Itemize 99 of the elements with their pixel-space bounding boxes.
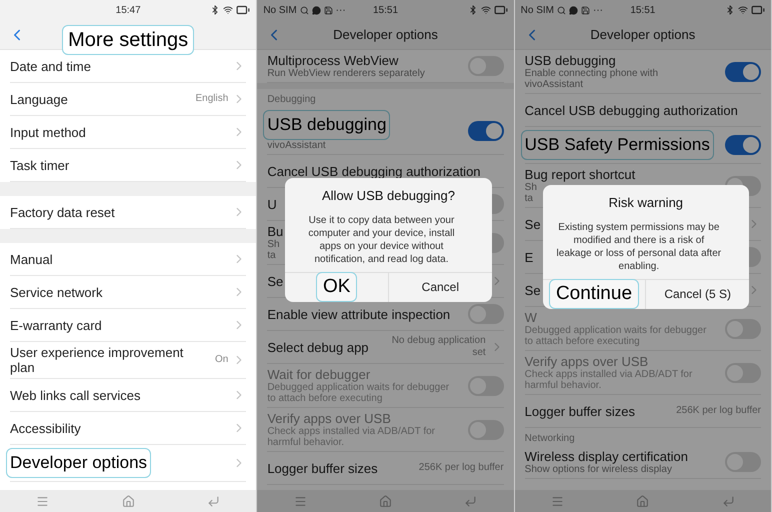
home-icon[interactable]	[122, 494, 135, 508]
setting-description: Check apps installed via ADB/ADT for	[524, 369, 692, 380]
section-label: Debugging	[267, 93, 316, 107]
back-arrow-icon[interactable]	[464, 494, 478, 508]
status-time: 15:51	[372, 4, 398, 18]
setting-value: 256K per log buffer	[676, 405, 761, 417]
setting-title[interactable]: E-warranty card	[10, 318, 102, 332]
carrier-label: No SIM	[520, 4, 554, 18]
setting-title[interactable]: Se	[524, 216, 541, 232]
setting-description: to attach before executing	[524, 336, 640, 347]
screen-title: More settings	[62, 24, 194, 54]
dialog-button[interactable]: Cancel (5 S)	[664, 285, 732, 303]
setting-title[interactable]: Language	[10, 92, 68, 106]
setting-title[interactable]: U	[267, 196, 277, 212]
battery-icon	[494, 3, 508, 17]
setting-value: No debug application set	[390, 335, 486, 359]
setting-description: Check apps installed via ADB/ADT for	[267, 426, 435, 437]
setting-description: Debugged application waits for debugger	[524, 325, 706, 336]
wifi-icon	[223, 5, 234, 15]
battery-icon	[236, 3, 250, 17]
setting-title[interactable]: Developer options	[6, 448, 152, 478]
setting-description: Sh	[267, 239, 280, 250]
chat-bubble-icon	[569, 6, 578, 14]
menu-icon[interactable]	[550, 494, 564, 508]
setting-description: Sh	[524, 182, 537, 193]
section-label: Networking	[524, 432, 575, 446]
toggle-switch[interactable]	[725, 62, 761, 82]
toggle-switch[interactable]	[468, 120, 504, 140]
setting-description: harmful behavior.	[267, 437, 344, 448]
search-icon	[300, 6, 309, 14]
dialog-button[interactable]: Continue	[548, 279, 640, 309]
home-icon[interactable]	[636, 494, 650, 508]
setting-title[interactable]: Select debug app	[267, 340, 369, 354]
setting-description: vivoAssistant	[524, 79, 584, 90]
screen-title: Developer options	[590, 26, 696, 44]
wifi-icon	[480, 5, 491, 15]
setting-value: On	[214, 354, 228, 366]
sd-card-icon	[581, 6, 590, 14]
screen-title: Developer options	[333, 26, 438, 44]
bluetooth-icon	[468, 5, 478, 15]
dialog-message: Use it to copy data between your computer and your device, install apps on your device without notification, and read log data.	[307, 214, 456, 266]
dialog-button[interactable]: Cancel	[422, 278, 460, 296]
more-dots: ···	[593, 4, 603, 18]
setting-title[interactable]: Logger buffer sizes	[267, 460, 378, 476]
setting-title[interactable]: User experience improvement plan	[10, 345, 211, 375]
dialog-button[interactable]: OK	[316, 272, 358, 302]
more-dots: ···	[336, 4, 346, 18]
setting-title[interactable]: Wireless display certification	[524, 449, 688, 464]
setting-description: harmful behavior.	[524, 380, 602, 391]
setting-title[interactable]: Cancel USB debugging authorization	[524, 102, 738, 118]
bluetooth-icon	[210, 5, 220, 15]
chat-bubble-icon	[312, 6, 321, 14]
setting-value: 256K per log buffer	[418, 462, 504, 474]
setting-title[interactable]: Se	[267, 274, 284, 288]
dialog-title: Risk warning	[608, 194, 684, 212]
home-icon[interactable]	[378, 494, 392, 508]
setting-title[interactable]: Multiprocess WebView	[267, 53, 398, 68]
status-time: 15:47	[116, 4, 141, 18]
setting-title[interactable]: Manual	[10, 252, 53, 266]
sd-card-icon	[324, 6, 333, 14]
setting-title[interactable]: Web links call services	[10, 388, 141, 402]
back-arrow-icon[interactable]	[722, 494, 735, 508]
setting-title[interactable]: Service network	[10, 284, 102, 300]
setting-title[interactable]: Factory data reset	[10, 204, 115, 220]
setting-description: ta	[267, 250, 276, 261]
setting-value: English	[196, 93, 228, 105]
setting-title[interactable]: Enable view attribute inspection	[267, 306, 450, 322]
setting-title[interactable]: Logger buffer sizes	[524, 404, 635, 418]
carrier-label: No SIM	[263, 4, 297, 18]
setting-title[interactable]: Bug report shortcut	[524, 167, 636, 182]
setting-title[interactable]: USB debugging	[263, 110, 390, 140]
bluetooth-icon	[725, 5, 735, 15]
setting-description: ta	[524, 193, 533, 204]
setting-title[interactable]: Accessibility	[10, 420, 81, 436]
back-arrow-icon[interactable]	[207, 494, 220, 508]
setting-description: to attach before executing	[267, 393, 382, 404]
dialog-message: Existing system permissions may be modified and there is a risk of leakage or loss of personal data after enabling.	[556, 220, 722, 272]
setting-description: Enable connecting phone with	[524, 68, 658, 79]
setting-title[interactable]: USB Safety Permissions	[520, 130, 714, 160]
status-time: 15:51	[630, 4, 656, 18]
wifi-icon	[738, 5, 748, 15]
setting-description: Run WebView renderers separately	[267, 68, 425, 79]
setting-title[interactable]: Date and time	[10, 58, 91, 74]
dialog-title: Allow USB debugging?	[322, 187, 455, 205]
setting-description: vivoAssistant	[267, 140, 326, 151]
toggle-switch[interactable]	[725, 135, 761, 155]
setting-title[interactable]: Se	[524, 282, 541, 298]
setting-title[interactable]: Cancel USB debugging authorization	[267, 164, 481, 178]
setting-title[interactable]: Task timer	[10, 158, 70, 172]
menu-icon[interactable]	[36, 494, 50, 508]
battery-icon	[751, 3, 765, 17]
setting-title[interactable]: E	[524, 250, 534, 264]
menu-icon[interactable]	[294, 494, 307, 508]
setting-title[interactable]: Input method	[10, 124, 86, 140]
search-icon	[557, 6, 566, 14]
setting-title[interactable]: Bu	[267, 224, 284, 239]
setting-title[interactable]: USB debugging	[524, 53, 616, 68]
setting-description: Debugged application waits for debugger	[267, 382, 450, 393]
setting-description: Show options for wireless display	[524, 464, 672, 475]
